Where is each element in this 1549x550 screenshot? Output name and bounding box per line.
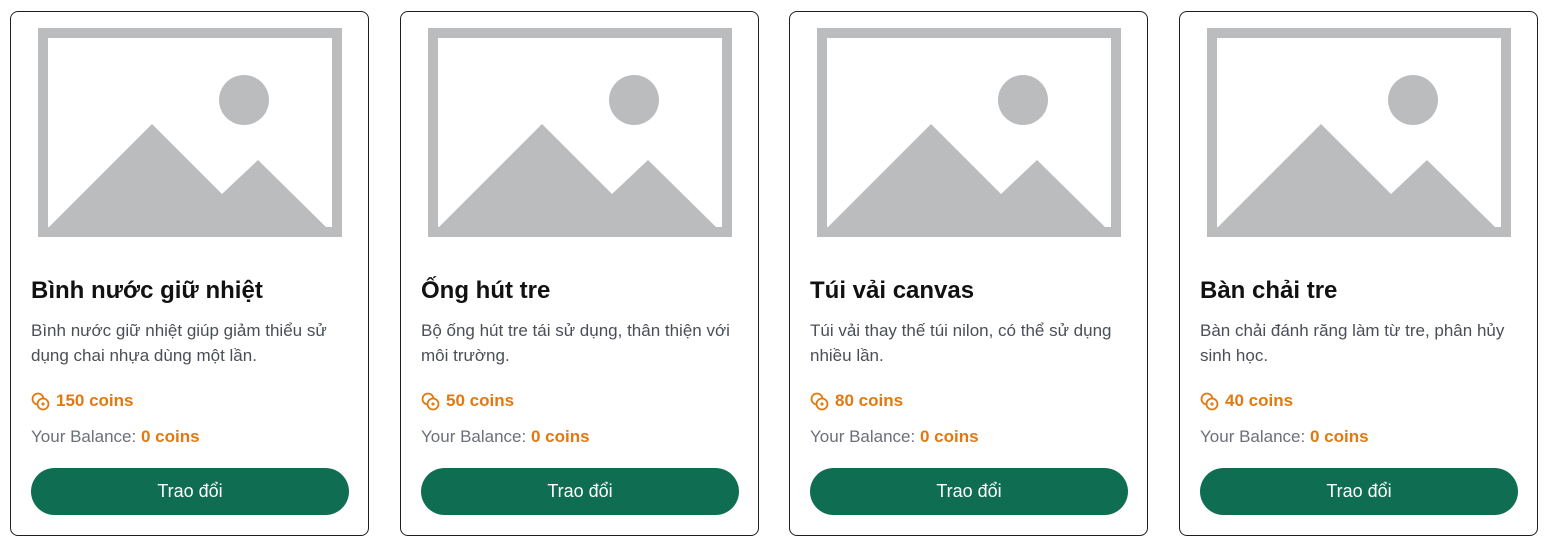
balance-line: Your Balance: 0 coins [810,426,979,448]
image-placeholder-icon [817,28,1121,237]
product-description: Túi vải thay thế túi nilon, có thể sử dụ… [810,321,1112,365]
price-value: 80 coins [835,391,904,410]
product-grid: Bình nước giữ nhiệt Bình nước giữ nhiệt … [0,0,1549,550]
coins-icon [1200,392,1219,410]
image-placeholder-icon [38,28,342,237]
product-price: 80 coins [810,390,903,412]
product-title: Ống hút tre [421,277,551,304]
product-card: Túi vải canvas Túi vải thay thế túi nilo… [789,11,1148,536]
price-value: 50 coins [446,391,515,410]
product-description: Bàn chải đánh răng làm từ tre, phân hủy … [1200,321,1505,365]
balance-value: 0 coins [1309,427,1369,446]
price-value: 150 coins [56,391,134,410]
redeem-button[interactable]: Trao đổi [421,468,739,515]
redeem-button[interactable]: Trao đổi [31,468,349,515]
balance-label: Your Balance: [31,427,137,446]
redeem-button[interactable]: Trao đổi [810,468,1128,515]
balance-value: 0 coins [530,427,590,446]
redeem-button[interactable]: Trao đổi [1200,468,1518,515]
image-placeholder-icon [1207,28,1511,237]
balance-label: Your Balance: [810,427,916,446]
balance-line: Your Balance: 0 coins [1200,426,1369,448]
product-price: 40 coins [1200,390,1293,412]
coins-icon [421,392,440,410]
price-value: 40 coins [1225,391,1294,410]
product-title: Bàn chải tre [1200,277,1338,304]
product-description: Bình nước giữ nhiệt giúp giảm thiểu sử d… [31,321,327,365]
image-placeholder-icon [428,28,732,237]
coins-icon [31,392,50,410]
product-title: Bình nước giữ nhiệt [31,277,263,304]
balance-value: 0 coins [919,427,979,446]
product-card: Bàn chải tre Bàn chải đánh răng làm từ t… [1179,11,1538,536]
product-title: Túi vải canvas [810,277,975,304]
balance-label: Your Balance: [1200,427,1306,446]
balance-line: Your Balance: 0 coins [421,426,590,448]
product-description: Bộ ống hút tre tái sử dụng, thân thiện v… [421,321,730,365]
balance-label: Your Balance: [421,427,527,446]
coins-icon [810,392,829,410]
balance-line: Your Balance: 0 coins [31,426,200,448]
product-card: Ống hút tre Bộ ống hút tre tái sử dụng, … [400,11,759,536]
product-price: 50 coins [421,390,514,412]
balance-value: 0 coins [140,427,200,446]
product-card: Bình nước giữ nhiệt Bình nước giữ nhiệt … [10,11,369,536]
product-price: 150 coins [31,390,134,412]
